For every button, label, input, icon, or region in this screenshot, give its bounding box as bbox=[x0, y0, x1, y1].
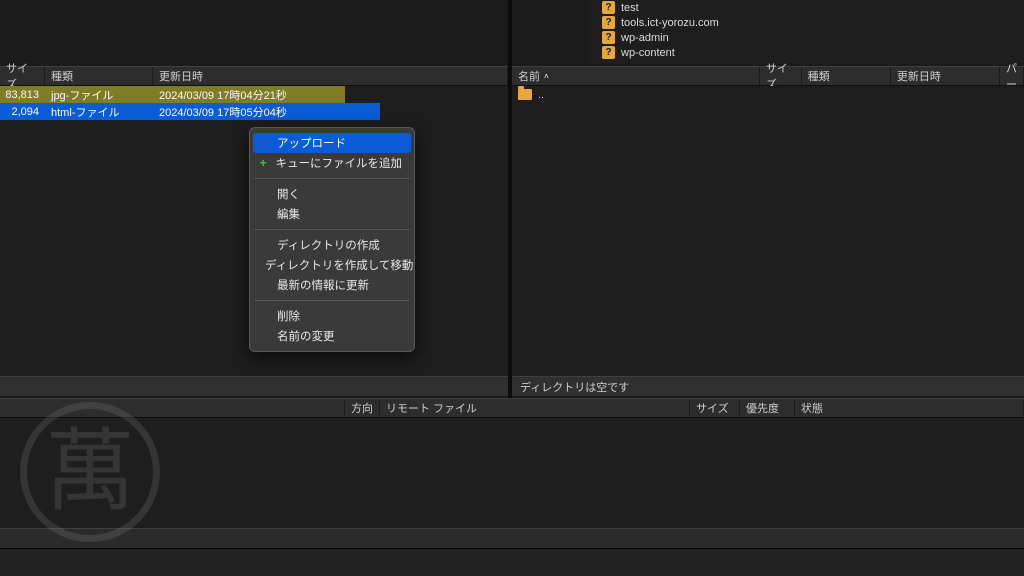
tree-item-label: tools.ict-yorozu.com bbox=[621, 17, 719, 29]
file-row[interactable]: 83,813 jpg-ファイル 2024/03/09 17時04分21秒 bbox=[0, 86, 345, 103]
menu-label: 最新の情報に更新 bbox=[277, 277, 369, 293]
remote-column-headers: 名前 ˄ サイズ 種類 更新日時 パー bbox=[512, 66, 1024, 86]
menu-label: 名前の変更 bbox=[277, 328, 335, 344]
col-queue-priority[interactable]: 優先度 bbox=[740, 399, 795, 417]
folder-unknown-icon: ? bbox=[602, 1, 615, 14]
remote-directory-tree[interactable]: ? test ? tools.ict-yorozu.com ? wp-admin… bbox=[588, 0, 1024, 63]
menu-delete[interactable]: 削除 bbox=[250, 306, 414, 326]
tree-item-label: wp-content bbox=[621, 47, 675, 59]
col-date[interactable]: 更新日時 bbox=[891, 67, 1000, 85]
menu-label: アップロード bbox=[277, 135, 346, 151]
file-size: 83,813 bbox=[0, 89, 45, 101]
menu-mkdir[interactable]: ディレクトリの作成 bbox=[250, 235, 414, 255]
col-date[interactable]: 更新日時 bbox=[153, 67, 508, 85]
col-size[interactable]: サイズ bbox=[0, 67, 45, 85]
col-size[interactable]: サイズ bbox=[760, 67, 802, 85]
parent-directory-label: .. bbox=[538, 89, 544, 101]
tree-item[interactable]: ? wp-content bbox=[588, 45, 1024, 60]
col-queue-local[interactable] bbox=[0, 399, 345, 417]
context-menu: ↑ アップロード + キューにファイルを追加 開く 編集 ディレクトリの作成 デ… bbox=[249, 127, 415, 352]
folder-icon bbox=[518, 89, 532, 100]
file-date: 2024/03/09 17時05分04秒 bbox=[153, 104, 380, 120]
col-queue-status[interactable]: 状態 bbox=[795, 399, 1024, 417]
remote-status-bar: ディレクトリは空です bbox=[512, 376, 1024, 396]
col-queue-size[interactable]: サイズ bbox=[690, 399, 740, 417]
folder-unknown-icon: ? bbox=[602, 31, 615, 44]
file-date: 2024/03/09 17時04分21秒 bbox=[153, 87, 345, 103]
menu-label: ディレクトリを作成して移動 bbox=[265, 257, 413, 273]
file-type: html-ファイル bbox=[45, 104, 153, 120]
menu-label: 編集 bbox=[277, 206, 300, 222]
local-status-bar bbox=[0, 376, 508, 396]
parent-directory-row[interactable]: .. bbox=[512, 86, 1024, 103]
queue-column-headers: 方向 リモート ファイル サイズ 優先度 状態 bbox=[0, 398, 1024, 418]
menu-refresh[interactable]: 最新の情報に更新 bbox=[250, 275, 414, 295]
transfer-queue[interactable] bbox=[0, 418, 1024, 528]
folder-unknown-icon: ? bbox=[602, 46, 615, 59]
tree-item[interactable]: ? wp-admin bbox=[588, 30, 1024, 45]
remote-status-text: ディレクトリは空です bbox=[520, 379, 629, 395]
sort-ascending-icon: ˄ bbox=[544, 72, 549, 81]
menu-label: キューにファイルを追加 bbox=[276, 155, 403, 171]
file-row[interactable]: 2,094 html-ファイル 2024/03/09 17時05分04秒 bbox=[0, 103, 380, 120]
menu-label: 開く bbox=[277, 186, 300, 202]
file-type: jpg-ファイル bbox=[45, 87, 153, 103]
remote-file-list[interactable]: .. bbox=[512, 86, 1024, 376]
tree-item[interactable]: ? tools.ict-yorozu.com bbox=[588, 15, 1024, 30]
queue-tab-bar[interactable] bbox=[0, 528, 1024, 548]
menu-upload[interactable]: ↑ アップロード bbox=[253, 133, 411, 153]
col-queue-direction[interactable]: 方向 bbox=[345, 399, 380, 417]
col-queue-remote[interactable]: リモート ファイル bbox=[380, 399, 690, 417]
col-name[interactable]: 名前 ˄ bbox=[512, 67, 760, 85]
status-bar bbox=[0, 548, 1024, 576]
menu-label: ディレクトリの作成 bbox=[277, 237, 380, 253]
tree-item[interactable]: ? test bbox=[588, 0, 1024, 15]
upload-icon: ↑ bbox=[258, 136, 270, 150]
local-column-headers: サイズ 種類 更新日時 bbox=[0, 66, 508, 86]
menu-edit[interactable]: 編集 bbox=[250, 204, 414, 224]
col-permissions[interactable]: パー bbox=[1000, 67, 1024, 85]
menu-separator bbox=[254, 229, 410, 230]
menu-separator bbox=[254, 178, 410, 179]
menu-mkdir-enter[interactable]: ディレクトリを作成して移動 bbox=[250, 255, 414, 275]
folder-unknown-icon: ? bbox=[602, 16, 615, 29]
menu-open[interactable]: 開く bbox=[250, 184, 414, 204]
menu-rename[interactable]: 名前の変更 bbox=[250, 326, 414, 346]
tree-item-label: wp-admin bbox=[621, 32, 669, 44]
tree-item-label: test bbox=[621, 2, 639, 14]
menu-separator bbox=[254, 300, 410, 301]
col-type[interactable]: 種類 bbox=[802, 67, 891, 85]
col-type[interactable]: 種類 bbox=[45, 67, 153, 85]
local-tree-pane bbox=[0, 0, 508, 66]
menu-label: 削除 bbox=[277, 308, 300, 324]
file-size: 2,094 bbox=[0, 106, 45, 118]
menu-add-to-queue[interactable]: + キューにファイルを追加 bbox=[250, 153, 414, 173]
add-queue-icon: + bbox=[258, 156, 269, 170]
